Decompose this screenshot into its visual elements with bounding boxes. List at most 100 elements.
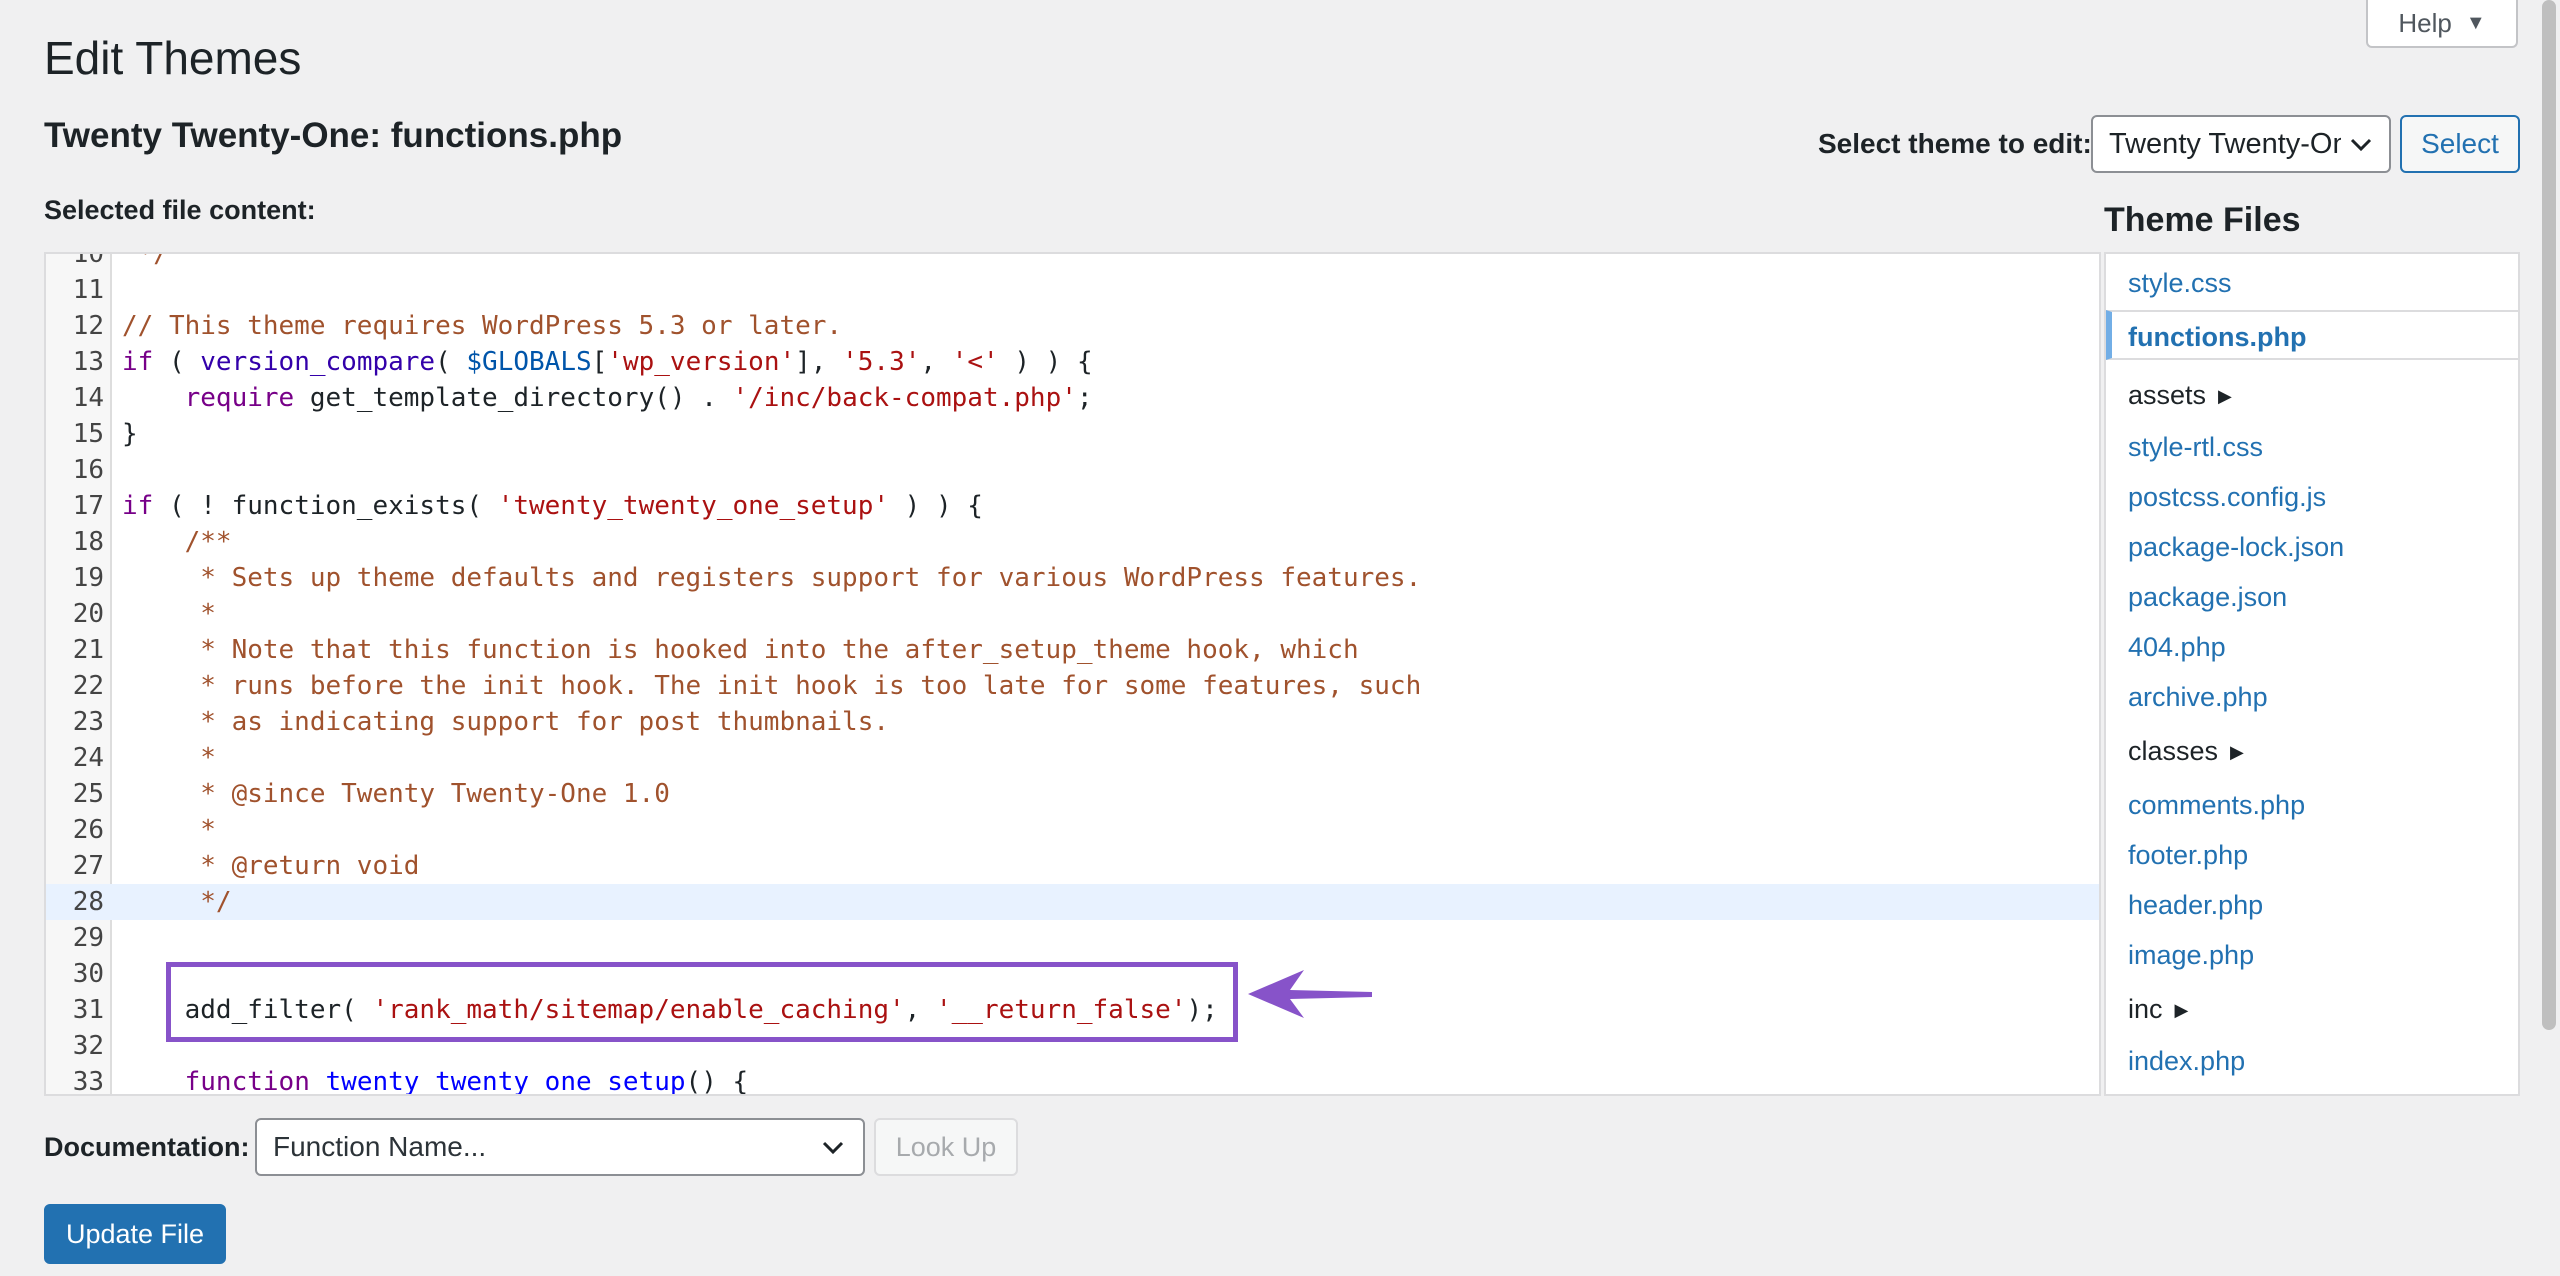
caret-right-icon: ▶	[2230, 742, 2244, 762]
code-token: [	[591, 347, 608, 377]
code-token: 'twenty_twenty_one_setup'	[497, 491, 890, 521]
code-line: 33 function twenty_twenty_one_setup() {	[46, 1064, 2099, 1096]
file-item-package-lock-json[interactable]: package-lock.json	[2106, 522, 2518, 572]
code-line: 11	[46, 272, 2099, 308]
line-number: 12	[72, 311, 104, 341]
help-label: Help	[2398, 7, 2452, 38]
folder-item-inc[interactable]: inc ▶	[2106, 984, 2518, 1034]
file-item-image-php[interactable]: image.php	[2106, 930, 2518, 980]
code-text: require get_template_directory() . '/inc…	[122, 380, 1093, 416]
annotation-arrow-icon	[1248, 970, 1372, 1018]
code-text: * @return void	[122, 848, 419, 884]
file-item-style-css[interactable]: style.css	[2106, 258, 2518, 308]
line-number: 23	[72, 707, 104, 737]
selected-content-label: Selected file content:	[44, 195, 316, 225]
file-item-comments-php[interactable]: comments.php	[2106, 780, 2518, 830]
file-item-postcss-config-js[interactable]: postcss.config.js	[2106, 472, 2518, 522]
code-token: ],	[795, 347, 843, 377]
code-token: *	[122, 599, 216, 629]
file-title: Twenty Twenty-One: functions.php	[44, 116, 623, 155]
folder-item-classes[interactable]: classes ▶	[2106, 726, 2518, 776]
code-token: /**	[184, 527, 232, 557]
code-token: '5.3'	[842, 347, 921, 377]
file-item-index-php[interactable]: index.php	[2106, 1036, 2518, 1086]
code-token: require	[184, 383, 295, 413]
code-token: () {	[685, 1067, 749, 1096]
file-item-header-php[interactable]: header.php	[2106, 880, 2518, 930]
code-token: if	[122, 491, 154, 521]
look-up-button[interactable]: Look Up	[874, 1118, 1018, 1176]
theme-file-list: style.css functions.php assets ▶ style-rtl.c…	[2104, 252, 2520, 1096]
theme-select-value: Twenty Twenty-One	[2109, 127, 2341, 160]
code-text: *	[122, 596, 216, 632]
code-line: 18 /**	[46, 524, 2099, 560]
code-token: if	[122, 347, 154, 377]
line-number: 27	[72, 851, 104, 881]
line-number: 21	[72, 635, 104, 665]
update-file-button[interactable]: Update File	[44, 1204, 226, 1264]
line-number: 26	[72, 815, 104, 845]
line-number: 31	[72, 995, 104, 1025]
code-text: *	[122, 740, 216, 776]
code-token: * Sets up theme defaults and registers s…	[122, 563, 1422, 593]
line-number: 28	[72, 887, 104, 917]
code-line: 19 * Sets up theme defaults and register…	[46, 560, 2099, 596]
documentation-function-select[interactable]: Function Name...	[255, 1118, 865, 1176]
file-item-404-php[interactable]: 404.php	[2106, 622, 2518, 672]
folder-item-assets[interactable]: assets ▶	[2106, 370, 2518, 420]
line-number: 10	[72, 252, 104, 269]
code-text: */	[122, 252, 169, 269]
file-item-package-json[interactable]: package.json	[2106, 572, 2518, 622]
page-scrollbar[interactable]	[2542, 0, 2556, 1030]
code-token: (	[435, 347, 467, 377]
code-text: * Note that this function is hooked into…	[122, 632, 1359, 668]
code-token: */	[122, 887, 232, 917]
folder-label: inc	[2128, 994, 2163, 1024]
code-line: 12 // This theme requires WordPress 5.3 o…	[46, 308, 2099, 344]
code-line: 22 * runs before the init hook. The init…	[46, 668, 2099, 704]
help-tab-button[interactable]: Help ▼	[2366, 0, 2518, 48]
code-token: function	[184, 1067, 310, 1096]
code-token: * Note that this function is hooked into…	[122, 635, 1359, 665]
line-number: 11	[72, 275, 104, 305]
code-line: 20 *	[46, 596, 2099, 632]
code-token: // This theme requires WordPress 5.3 or …	[122, 311, 843, 341]
code-token: 'wp_version'	[607, 347, 796, 377]
file-item-archive-php[interactable]: archive.php	[2106, 672, 2518, 722]
code-token: ) ) {	[998, 347, 1093, 377]
code-text: if ( version_compare( $GLOBALS['wp_versi…	[122, 344, 1093, 380]
code-text: }	[122, 416, 138, 452]
chevron-down-icon	[822, 1141, 844, 1155]
code-token: *	[122, 815, 216, 845]
line-number: 22	[72, 671, 104, 701]
code-text: */	[122, 884, 232, 920]
file-item-style-rtl-css[interactable]: style-rtl.css	[2106, 422, 2518, 472]
line-number: 29	[72, 923, 104, 953]
code-token: ;	[1076, 383, 1093, 413]
code-line: 17 if ( ! function_exists( 'twenty_twenty…	[46, 488, 2099, 524]
line-number: 16	[72, 455, 104, 485]
code-token: * runs before the init hook. The init ho…	[122, 671, 1422, 701]
line-number: 20	[72, 599, 104, 629]
code-token: get_template_directory() .	[294, 383, 733, 413]
file-item-footer-php[interactable]: footer.php	[2106, 830, 2518, 880]
annotation-highlight-box	[166, 962, 1238, 1042]
code-token: ,	[920, 347, 952, 377]
caret-right-icon: ▶	[2218, 386, 2232, 406]
code-token: }	[122, 419, 138, 449]
code-text: // This theme requires WordPress 5.3 or …	[122, 308, 842, 344]
code-line: 10 */	[46, 252, 2099, 272]
theme-files-title: Theme Files	[2104, 201, 2301, 239]
documentation-select-value: Function Name...	[273, 1131, 487, 1162]
select-theme-button[interactable]: Select	[2400, 115, 2520, 173]
code-text: * @since Twenty Twenty-One 1.0	[122, 776, 670, 812]
code-line: 26 *	[46, 812, 2099, 848]
code-line: 25 * @since Twenty Twenty-One 1.0	[46, 776, 2099, 812]
theme-select[interactable]: Twenty Twenty-One	[2091, 115, 2391, 173]
line-number: 15	[72, 419, 104, 449]
file-item-functions-php[interactable]: functions.php	[2106, 310, 2518, 360]
code-line: 29	[46, 920, 2099, 956]
